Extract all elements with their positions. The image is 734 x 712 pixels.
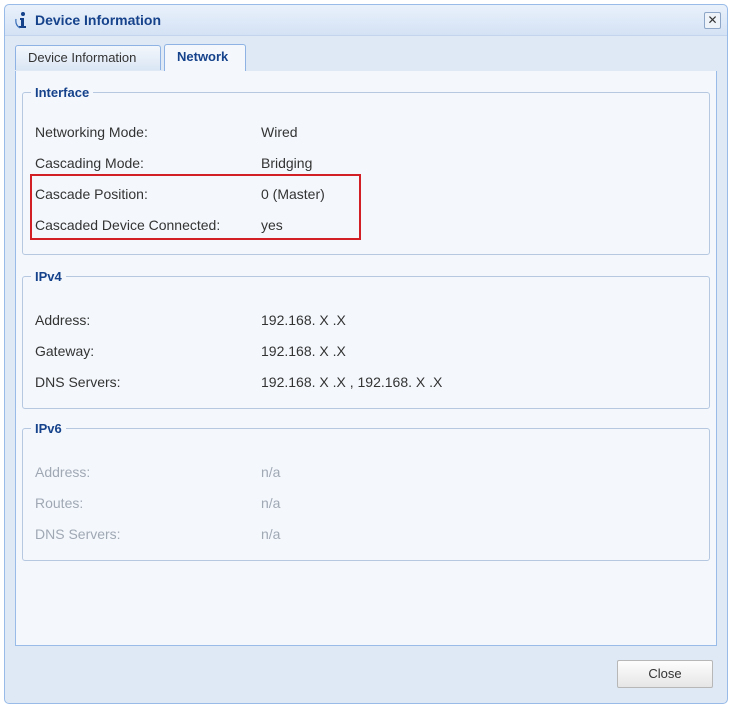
ipv6-section: IPv6 Address: n/a Routes: n/a DNS Server… xyxy=(22,421,710,561)
cascade-position-row: Cascade Position: 0 (Master) xyxy=(35,186,697,208)
cascaded-device-connected-row: Cascaded Device Connected: yes xyxy=(35,217,697,239)
network-panel: Interface Networking Mode: Wired Cascadi… xyxy=(15,71,717,646)
ipv4-address-value: 192.168. X .X xyxy=(261,312,346,328)
interface-legend: Interface xyxy=(35,85,90,100)
cascade-position-value: 0 (Master) xyxy=(261,186,325,202)
cascaded-device-connected-label: Cascaded Device Connected: xyxy=(35,217,221,233)
cascading-mode-row: Cascading Mode: Bridging xyxy=(35,155,697,177)
ipv6-dns-servers-row: DNS Servers: n/a xyxy=(35,526,697,548)
ipv6-dns-servers-label: DNS Servers: xyxy=(35,526,121,542)
dialog-titlebar[interactable]: Device Information ✕ xyxy=(5,5,727,36)
ipv4-legend: IPv4 xyxy=(35,269,62,284)
ipv6-routes-row: Routes: n/a xyxy=(35,495,697,517)
ipv4-gateway-row: Gateway: 192.168. X .X xyxy=(35,343,697,365)
networking-mode-label: Networking Mode: xyxy=(35,124,148,140)
ipv4-gateway-value: 192.168. X .X xyxy=(261,343,346,359)
ipv6-address-row: Address: n/a xyxy=(35,464,697,486)
ipv6-dns-servers-value: n/a xyxy=(261,526,281,542)
ipv4-dns-servers-label: DNS Servers: xyxy=(35,374,121,390)
cascading-mode-value: Bridging xyxy=(261,155,313,171)
ipv4-address-label: Address: xyxy=(35,312,91,328)
ipv4-address-row: Address: 192.168. X .X xyxy=(35,312,697,334)
ipv4-dns-servers-row: DNS Servers: 192.168. X .X , 192.168. X … xyxy=(35,374,697,396)
ipv6-routes-label: Routes: xyxy=(35,495,84,511)
tab-device-information[interactable]: Device Information xyxy=(15,45,161,70)
ipv6-address-value: n/a xyxy=(261,464,281,480)
ipv4-section: IPv4 Address: 192.168. X .X Gateway: 192… xyxy=(22,269,710,409)
cascaded-device-connected-value: yes xyxy=(261,217,283,233)
networking-mode-value: Wired xyxy=(261,124,298,140)
ipv4-dns-servers-value: 192.168. X .X , 192.168. X .X xyxy=(261,374,443,390)
interface-section: Interface Networking Mode: Wired Cascadi… xyxy=(22,85,710,255)
networking-mode-row: Networking Mode: Wired xyxy=(35,124,697,146)
device-information-dialog: Device Information ✕ Device Information … xyxy=(4,4,728,704)
tab-strip: Device Information Network xyxy=(15,43,717,72)
ipv6-routes-value: n/a xyxy=(261,495,281,511)
window-close-button[interactable]: ✕ xyxy=(704,12,721,29)
dialog-title: Device Information xyxy=(35,12,162,28)
ipv6-legend: IPv6 xyxy=(35,421,62,436)
cascading-mode-label: Cascading Mode: xyxy=(35,155,144,171)
info-icon xyxy=(15,12,26,29)
ipv4-gateway-label: Gateway: xyxy=(35,343,95,359)
ipv6-address-label: Address: xyxy=(35,464,91,480)
dialog-footer: Close xyxy=(5,645,727,703)
tab-network[interactable]: Network xyxy=(164,44,246,71)
cascade-position-label: Cascade Position: xyxy=(35,186,148,202)
close-button[interactable]: Close xyxy=(617,660,713,688)
